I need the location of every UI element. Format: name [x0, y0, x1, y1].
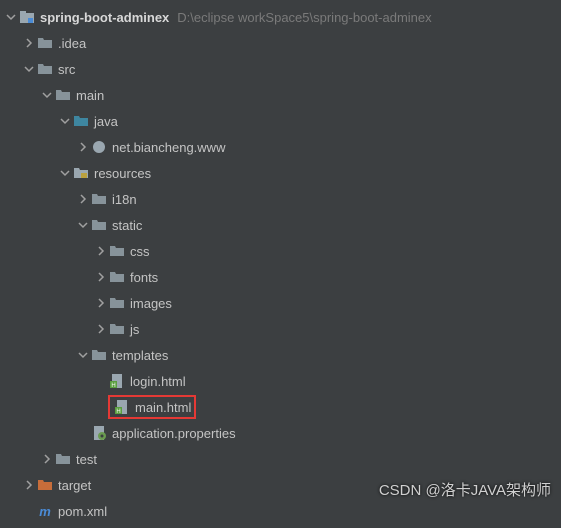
html-file-icon: H [113, 398, 131, 416]
svg-text:m: m [39, 504, 51, 519]
folder-label: css [130, 244, 150, 259]
tree-row-login-html[interactable]: H login.html [0, 368, 561, 394]
tree-row-images[interactable]: images [0, 290, 561, 316]
svg-text:H: H [111, 383, 115, 389]
chevron-down-icon [58, 166, 72, 180]
resources-folder-icon [72, 164, 90, 182]
tree-row-src[interactable]: src [0, 56, 561, 82]
file-label: login.html [130, 374, 186, 389]
chevron-down-icon [76, 218, 90, 232]
tree-row-templates[interactable]: templates [0, 342, 561, 368]
svg-text:H: H [116, 409, 120, 415]
folder-label: images [130, 296, 172, 311]
tree-row-css[interactable]: css [0, 238, 561, 264]
folder-icon [108, 294, 126, 312]
folder-label: i18n [112, 192, 137, 207]
file-label: application.properties [112, 426, 236, 441]
folder-label: java [94, 114, 118, 129]
folder-label: main [76, 88, 104, 103]
chevron-down-icon [4, 10, 18, 24]
tree-row-appprops[interactable]: application.properties [0, 420, 561, 446]
tree-row-pom[interactable]: m pom.xml [0, 498, 561, 524]
html-file-icon: H [108, 372, 126, 390]
folder-icon [90, 216, 108, 234]
folder-icon [108, 242, 126, 260]
chevron-right-icon [94, 244, 108, 258]
folder-label: static [112, 218, 142, 233]
chevron-right-icon [94, 270, 108, 284]
project-tree: spring-boot-adminex D:\eclipse workSpace… [0, 0, 561, 528]
folder-icon [36, 34, 54, 52]
root-name: spring-boot-adminex [40, 10, 169, 25]
tree-row-test[interactable]: test [0, 446, 561, 472]
tree-row-root[interactable]: spring-boot-adminex D:\eclipse workSpace… [0, 4, 561, 30]
maven-file-icon: m [36, 502, 54, 520]
excluded-folder-icon [36, 476, 54, 494]
tree-row-java[interactable]: java [0, 108, 561, 134]
folder-label: target [58, 478, 91, 493]
tree-row-main-html[interactable]: H main.html [0, 394, 561, 420]
chevron-right-icon [22, 36, 36, 50]
folder-icon [54, 450, 72, 468]
chevron-right-icon [76, 192, 90, 206]
package-icon [90, 138, 108, 156]
folder-icon [36, 60, 54, 78]
folder-icon [54, 86, 72, 104]
chevron-right-icon [94, 322, 108, 336]
tree-row-resources[interactable]: resources [0, 160, 561, 186]
chevron-right-icon [40, 452, 54, 466]
file-label: main.html [135, 400, 191, 415]
folder-label: test [76, 452, 97, 467]
folder-icon [90, 346, 108, 364]
tree-row-fonts[interactable]: fonts [0, 264, 561, 290]
chevron-right-icon [76, 140, 90, 154]
folder-icon [108, 268, 126, 286]
tree-row-package[interactable]: net.biancheng.www [0, 134, 561, 160]
folder-label: .idea [58, 36, 86, 51]
folder-icon [90, 190, 108, 208]
tree-row-idea[interactable]: .idea [0, 30, 561, 56]
tree-row-static[interactable]: static [0, 212, 561, 238]
properties-file-icon [90, 424, 108, 442]
folder-label: resources [94, 166, 151, 181]
chevron-down-icon [22, 62, 36, 76]
chevron-down-icon [58, 114, 72, 128]
folder-label: templates [112, 348, 168, 363]
package-label: net.biancheng.www [112, 140, 225, 155]
source-folder-icon [72, 112, 90, 130]
chevron-down-icon [40, 88, 54, 102]
root-path: D:\eclipse workSpace5\spring-boot-admine… [177, 10, 431, 25]
chevron-down-icon [76, 348, 90, 362]
folder-label: js [130, 322, 139, 337]
tree-row-main[interactable]: main [0, 82, 561, 108]
project-icon [18, 8, 36, 26]
tree-row-i18n[interactable]: i18n [0, 186, 561, 212]
folder-label: src [58, 62, 75, 77]
folder-label: fonts [130, 270, 158, 285]
chevron-right-icon [94, 296, 108, 310]
tree-row-js[interactable]: js [0, 316, 561, 342]
watermark: CSDN @洛卡JAVA架构师 [379, 479, 551, 500]
highlight-main-html: H main.html [108, 395, 196, 419]
chevron-right-icon [22, 478, 36, 492]
folder-icon [108, 320, 126, 338]
